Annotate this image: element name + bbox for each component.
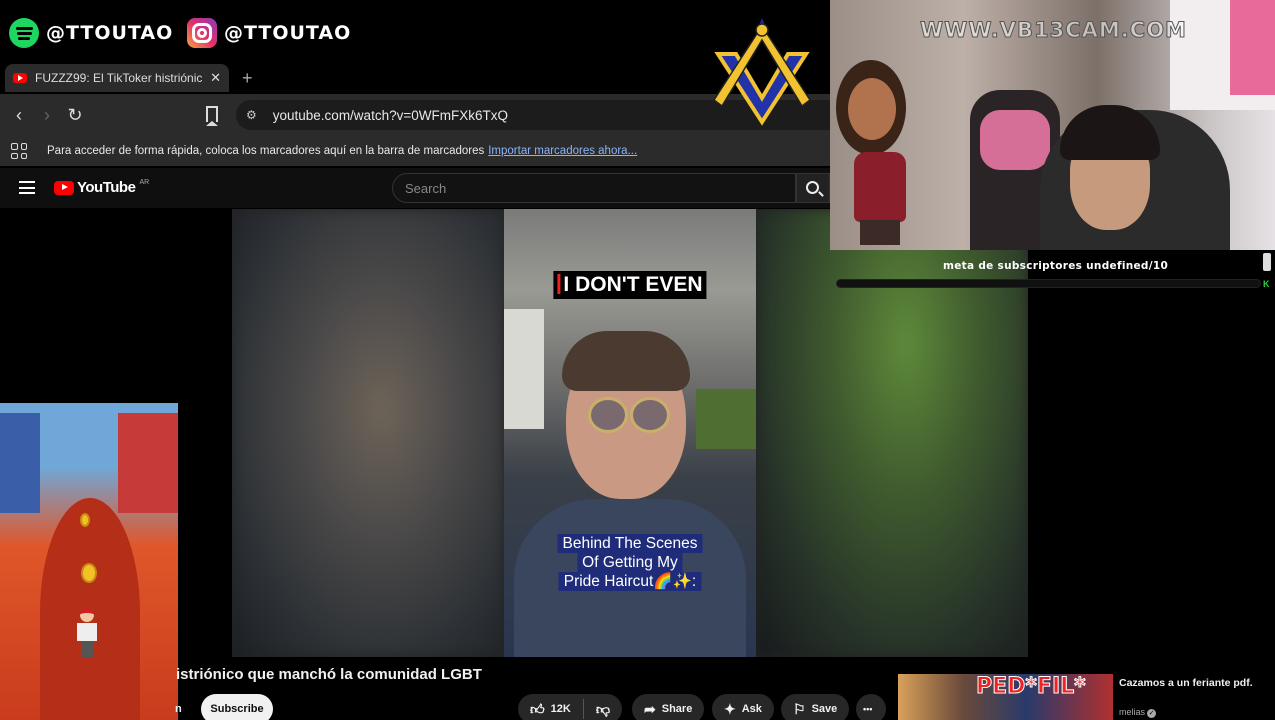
runner-character [76, 608, 98, 658]
back-arrow-icon[interactable]: ‹ [5, 105, 33, 126]
goal-end-marker: K [1263, 279, 1270, 289]
recommended-thumbnail[interactable]: PED*FIL* [898, 674, 1113, 720]
site-settings-icon[interactable]: ⚙ [246, 108, 257, 122]
subscriber-goal-bar [836, 279, 1261, 288]
country-code: AR [139, 179, 150, 186]
youtube-play-icon [54, 180, 74, 195]
coin-icon [80, 513, 90, 527]
coin-icon [81, 563, 97, 583]
share-button[interactable]: ➦ Share [632, 694, 705, 720]
caption-bottom: Behind The Scenes Of Getting My Pride Ha… [557, 534, 703, 591]
spotify-handle: @TTOUTAO [9, 17, 173, 49]
youtube-logo-text: YouTube [77, 179, 136, 196]
blurred-background-left [232, 209, 504, 657]
save-button[interactable]: ⚐ Save [781, 694, 850, 720]
thumbs-down-icon[interactable]: 👎︎ [596, 702, 610, 716]
search-icon [806, 181, 819, 194]
more-actions-button[interactable]: ••• [856, 694, 886, 720]
caption-line: Pride Haircut🌈✨: [558, 572, 702, 591]
reload-icon[interactable]: ↻ [61, 105, 89, 126]
subscribe-button[interactable]: Subscribe [201, 694, 273, 720]
share-label: Share [661, 703, 693, 715]
apps-grid-icon[interactable] [11, 143, 27, 159]
menu-icon[interactable] [19, 181, 35, 194]
spotify-handle-text: @TTOUTAO [46, 22, 174, 44]
thumbs-up-icon[interactable]: 👍︎ [530, 702, 545, 716]
close-tab-icon[interactable]: ✕ [210, 70, 221, 86]
like-dislike-group: 👍︎ 12K 👎︎ [518, 694, 623, 720]
caption-top: I DON'T EVEN [553, 271, 707, 299]
video-title: istriónico que manchó la comunidad LGBT [176, 666, 482, 683]
url-text[interactable]: youtube.com/watch?v=0WFmFXk6TxQ [273, 108, 508, 123]
share-icon: ➦ [644, 701, 656, 717]
forward-arrow-icon[interactable]: › [33, 105, 61, 126]
runner-game-overlay [0, 403, 178, 720]
youtube-header: YouTube AR Search [0, 168, 830, 208]
subscriber-goal-widget: meta de subscriptores undefined/10 K [836, 259, 1275, 289]
ask-button[interactable]: ✦ Ask [712, 694, 774, 720]
new-tab-button[interactable]: + [242, 68, 253, 89]
subscriber-goal-text: meta de subscriptores undefined/10 [943, 260, 1169, 272]
channel-name[interactable]: n [175, 703, 182, 715]
more-icon: ••• [863, 704, 873, 714]
bookmark-icon: ⚐ [793, 701, 806, 717]
import-bookmarks-link[interactable]: Importar marcadores ahora... [488, 145, 637, 157]
instagram-icon [187, 18, 217, 48]
channel-v-logo [712, 18, 812, 126]
browser-tab[interactable]: FUZZZ99: El TikToker histriónico ✕ [5, 64, 229, 92]
video-frame: I DON'T EVEN Behind The Scenes Of Gettin… [504, 209, 756, 657]
like-count[interactable]: 12K [551, 703, 571, 715]
sunglasses-right [630, 397, 670, 433]
instagram-handle-text: @TTOUTAO [224, 22, 352, 44]
sparkle-icon: ✦ [724, 701, 736, 717]
tab-title: FUZZZ99: El TikToker histriónico [35, 71, 203, 85]
recommended-title[interactable]: Cazamos a un feriante pdf. [1119, 676, 1269, 690]
thumbnail-text: PED*FIL* [976, 674, 1087, 700]
webcam-feed: WWW.VB13CAM.COM [830, 0, 1275, 250]
youtube-logo[interactable]: YouTube AR [54, 179, 149, 196]
bookmarks-bar: Para acceder de forma rápida, coloca los… [0, 136, 830, 166]
bookmarks-prompt: Para acceder de forma rápida, coloca los… [47, 145, 485, 157]
spotify-icon [9, 18, 39, 48]
cartoon-avatar [830, 60, 960, 250]
sunglasses-left [588, 397, 628, 433]
scrollbar[interactable] [1263, 253, 1271, 271]
search-input[interactable]: Search [392, 173, 796, 203]
caption-line: Behind The Scenes [557, 534, 703, 553]
webcam-watermark: WWW.VB13CAM.COM [920, 18, 1187, 43]
youtube-favicon-icon [13, 73, 27, 83]
save-label: Save [811, 703, 838, 715]
instagram-handle: @TTOUTAO [187, 17, 351, 49]
bookmark-star-icon[interactable] [206, 106, 218, 126]
search-button[interactable] [796, 173, 830, 203]
recommended-channel[interactable]: melias ✓ [1119, 707, 1157, 718]
caption-line: Of Getting My [577, 553, 683, 572]
ask-label: Ask [741, 703, 762, 715]
verified-icon: ✓ [1147, 709, 1157, 718]
